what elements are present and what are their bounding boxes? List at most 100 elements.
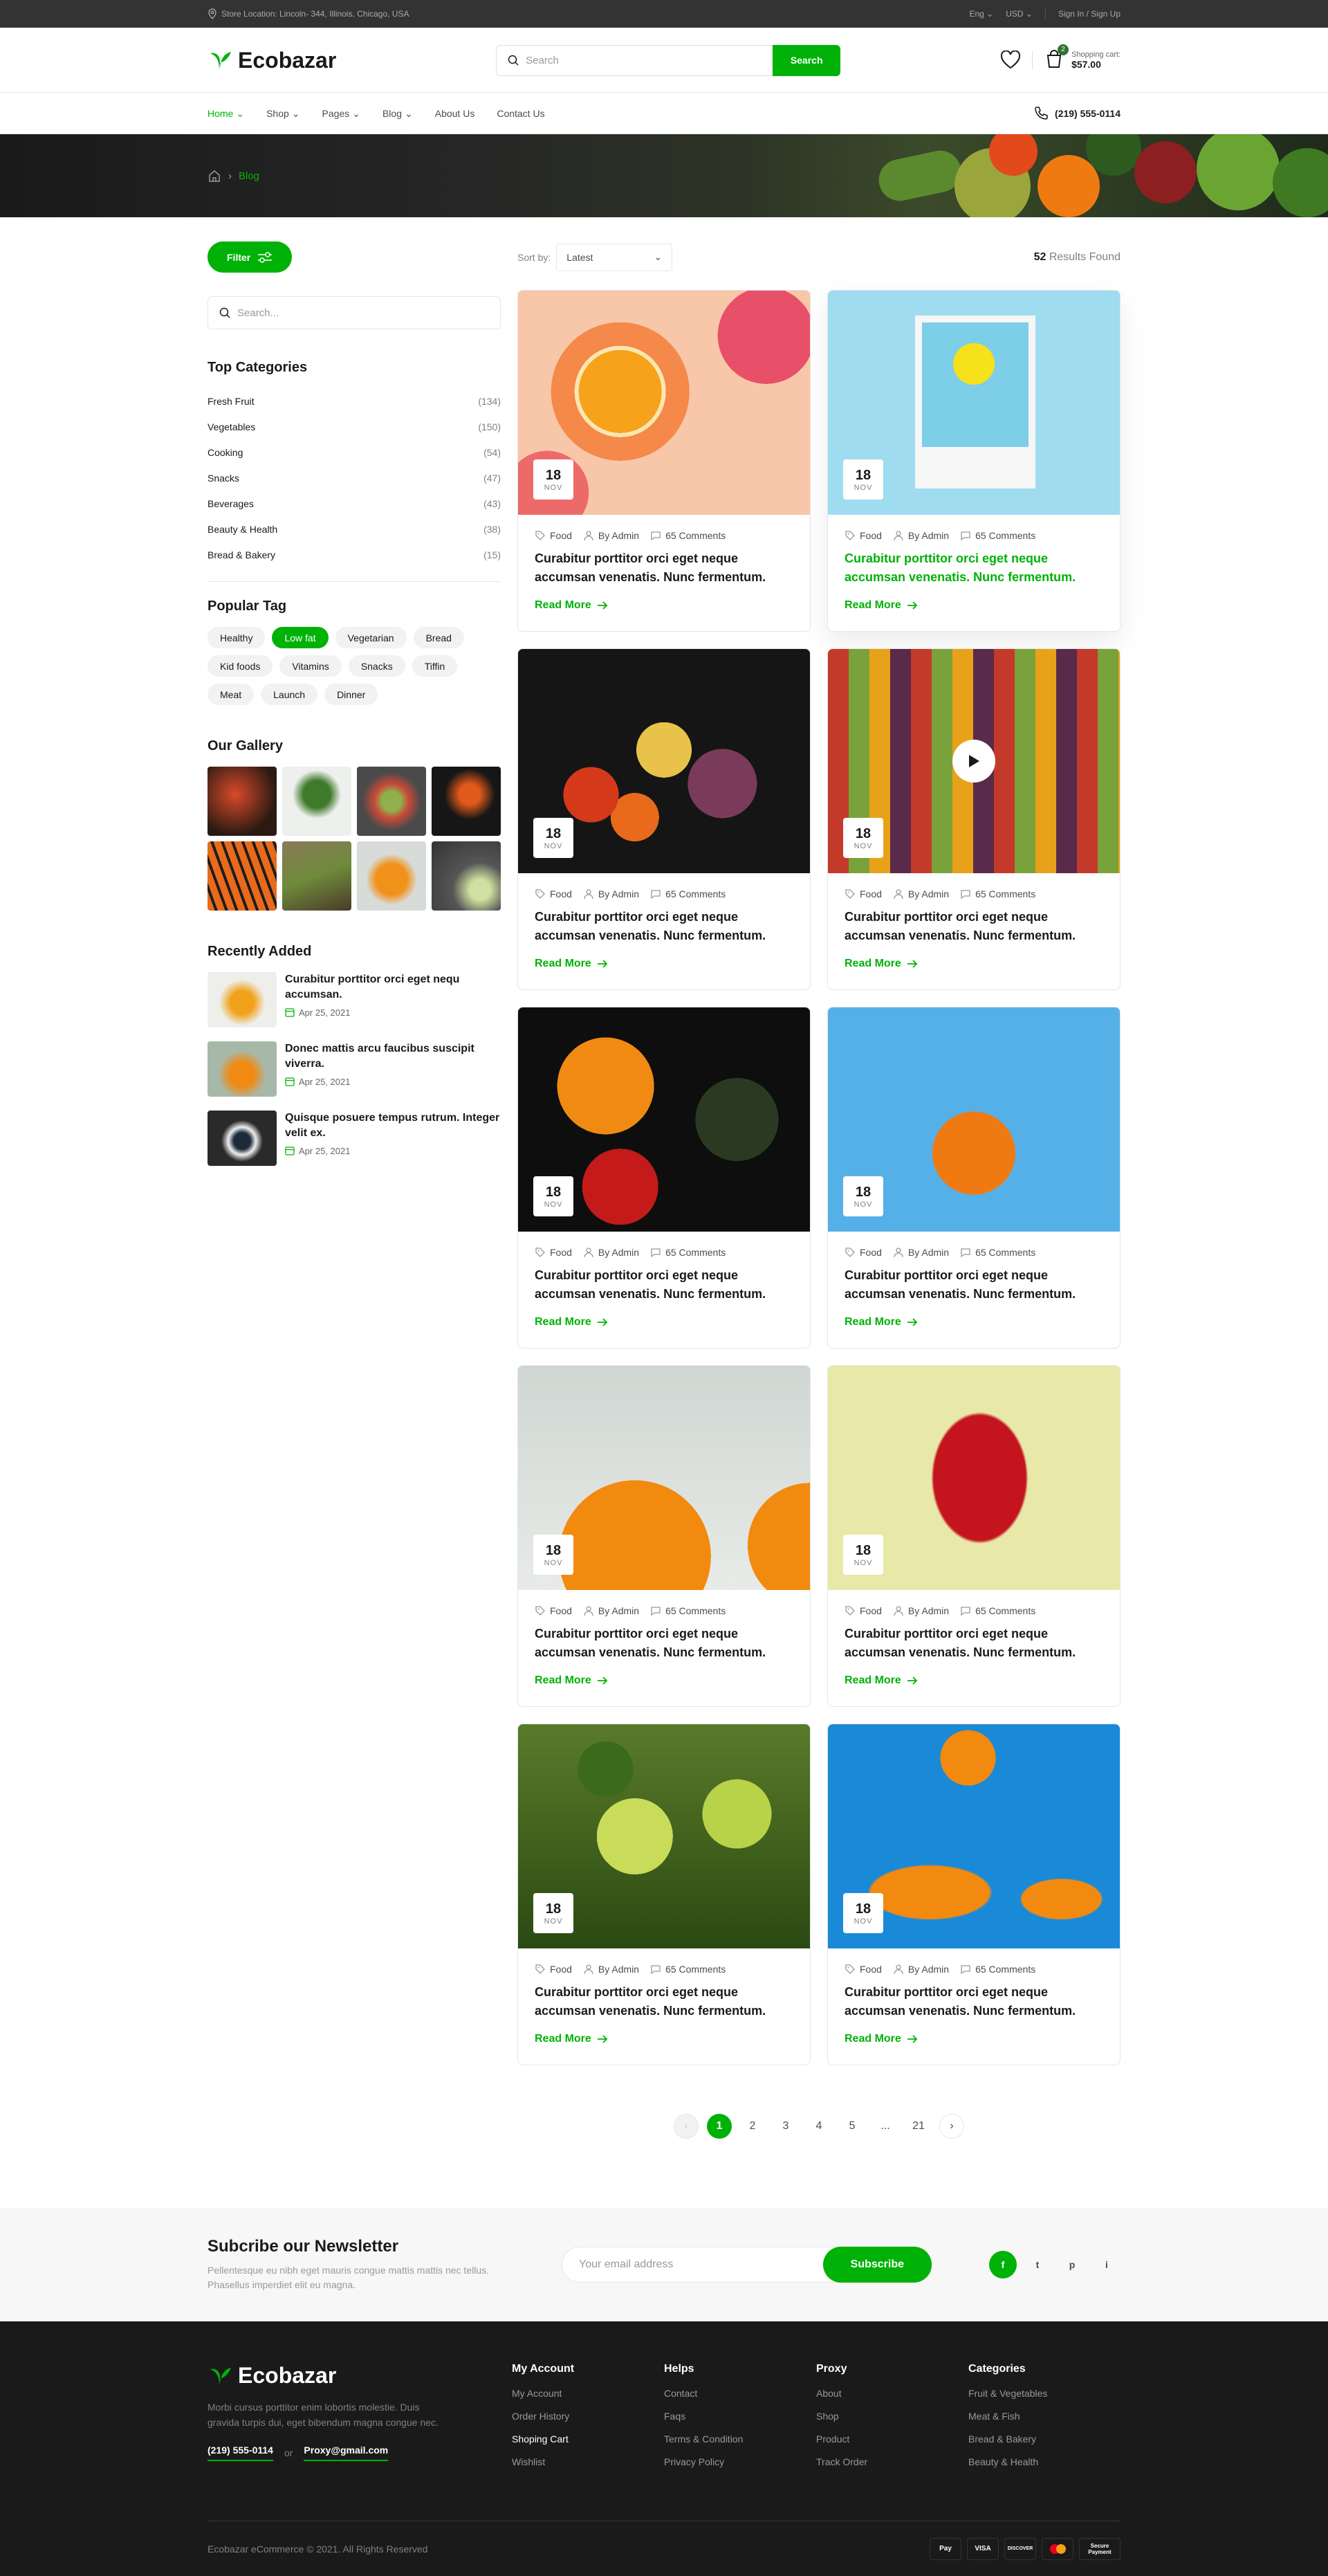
nav-item-pages[interactable]: Pages ⌄ [322, 108, 360, 120]
post-category[interactable]: Food [845, 1605, 882, 1616]
footer-link[interactable]: Meat & Fish [968, 2411, 1120, 2433]
tag-chip[interactable]: Vegetarian [335, 627, 407, 648]
post-category[interactable]: Food [535, 1605, 572, 1616]
category-item[interactable]: Beauty & Health (38) [208, 516, 501, 542]
blog-card-image[interactable]: 18 NOV [828, 291, 1120, 515]
post-category[interactable]: Food [845, 530, 882, 541]
blog-card[interactable]: 18 NOV Food By Admin 65 Comments Curabit… [827, 648, 1120, 990]
footer-link[interactable]: Terms & Condition [664, 2433, 816, 2456]
blog-card[interactable]: 18 NOV Food By Admin 65 Comments Curabit… [517, 648, 811, 990]
post-title[interactable]: Curabitur porttitor orci eget neque accu… [845, 1266, 1103, 1304]
category-item[interactable]: Vegetables (150) [208, 414, 501, 439]
post-comments[interactable]: 65 Comments [960, 888, 1035, 899]
page-button[interactable]: 1 [707, 2114, 732, 2139]
pinterest-icon[interactable]: p [1058, 2251, 1086, 2278]
footer-email[interactable]: Proxy@gmail.com [304, 2445, 389, 2461]
gallery-image[interactable] [357, 841, 426, 911]
home-icon[interactable] [208, 169, 221, 183]
recent-post[interactable]: Quisque posuere tempus rutrum. Integer v… [208, 1111, 501, 1166]
blog-card[interactable]: 18 NOV Food By Admin 65 Comments Curabit… [517, 1365, 811, 1707]
blog-card-image[interactable]: 18 NOV [828, 1007, 1120, 1232]
post-category[interactable]: Food [535, 888, 572, 899]
nav-item-contact[interactable]: Contact Us [497, 108, 544, 120]
tag-chip[interactable]: Meat [208, 684, 255, 705]
facebook-icon[interactable]: f [989, 2251, 1017, 2278]
footer-link[interactable]: Bread & Bakery [968, 2433, 1120, 2456]
play-button[interactable] [952, 740, 995, 783]
email-input[interactable]: Your email address [579, 2258, 673, 2271]
tag-chip[interactable]: Bread [413, 627, 464, 648]
page-button[interactable]: 3 [773, 2114, 798, 2139]
footer-phone[interactable]: (219) 555-0114 [208, 2445, 273, 2461]
footer-link[interactable]: Shop [816, 2411, 968, 2433]
post-comments[interactable]: 65 Comments [650, 1247, 726, 1258]
gallery-image[interactable] [432, 841, 501, 911]
post-title[interactable]: Curabitur porttitor orci eget neque accu… [845, 1625, 1103, 1662]
footer-link[interactable]: Product [816, 2433, 968, 2456]
read-more-link[interactable]: Read More [535, 1674, 793, 1687]
tag-chip[interactable]: Snacks [348, 655, 405, 677]
tag-chip-active[interactable]: Low fat [272, 627, 329, 648]
footer-link[interactable]: Wishlist [512, 2456, 664, 2479]
blog-card-image[interactable]: 18 NOV [518, 1724, 810, 1948]
post-author[interactable]: By Admin [583, 1964, 639, 1975]
post-comments[interactable]: 65 Comments [960, 1247, 1035, 1258]
post-author[interactable]: By Admin [583, 530, 639, 541]
post-author[interactable]: By Admin [583, 1605, 639, 1616]
post-category[interactable]: Food [535, 1964, 572, 1975]
next-page-button[interactable]: › [939, 2114, 964, 2139]
tag-chip[interactable]: Vitamins [279, 655, 342, 677]
filter-button[interactable]: Filter [208, 241, 293, 273]
read-more-link[interactable]: Read More [845, 1674, 1103, 1687]
page-button[interactable]: 4 [806, 2114, 831, 2139]
post-comments[interactable]: 65 Comments [960, 530, 1035, 541]
nav-item-about[interactable]: About Us [435, 108, 475, 120]
phone-contact[interactable]: (219) 555-0114 [1033, 105, 1120, 122]
footer-link[interactable]: Order History [512, 2411, 664, 2433]
footer-logo[interactable]: Ecobazar [208, 2363, 512, 2388]
twitter-icon[interactable]: t [1024, 2251, 1051, 2278]
read-more-link[interactable]: Read More [535, 958, 793, 970]
post-author[interactable]: By Admin [893, 888, 949, 899]
page-button[interactable]: 5 [840, 2114, 865, 2139]
post-author[interactable]: By Admin [893, 1605, 949, 1616]
post-category[interactable]: Food [845, 1964, 882, 1975]
read-more-link[interactable]: Read More [535, 599, 793, 612]
blog-card[interactable]: 18 NOV Food By Admin 65 Comments Curabit… [517, 1007, 811, 1349]
sort-select[interactable]: Latest ⌄ [556, 243, 673, 271]
recent-post[interactable]: Curabitur porttitor orci eget nequ accum… [208, 972, 501, 1027]
read-more-link[interactable]: Read More [845, 599, 1103, 612]
search-button[interactable]: Search [773, 44, 841, 76]
gallery-image[interactable] [282, 767, 351, 836]
blog-card[interactable]: 18 NOV Food By Admin 65 Comments Curabit… [827, 1724, 1120, 2065]
tag-chip[interactable]: Dinner [324, 684, 378, 705]
nav-item-shop[interactable]: Shop ⌄ [266, 108, 299, 120]
category-item[interactable]: Beverages (43) [208, 491, 501, 516]
post-comments[interactable]: 65 Comments [960, 1964, 1035, 1975]
post-title[interactable]: Curabitur porttitor orci eget neque accu… [845, 1983, 1103, 2020]
currency-select[interactable]: USD ⌄ [1006, 9, 1033, 19]
shopping-cart[interactable]: 2 Shopping cart: $57.00 [1044, 44, 1120, 73]
post-title[interactable]: Curabitur porttitor orci eget neque accu… [535, 549, 793, 587]
footer-link[interactable]: Contact [664, 2388, 816, 2411]
prev-page-button[interactable]: ‹ [674, 2114, 699, 2139]
post-comments[interactable]: 65 Comments [650, 888, 726, 899]
post-author[interactable]: By Admin [583, 1247, 639, 1258]
auth-link[interactable]: Sign In / Sign Up [1058, 9, 1120, 19]
blog-card[interactable]: 18 NOV Food By Admin 65 Comments Curabit… [517, 1724, 811, 2065]
language-select[interactable]: Eng ⌄ [969, 9, 993, 19]
nav-item-home[interactable]: Home ⌄ [208, 108, 244, 120]
footer-link[interactable]: My Account [512, 2388, 664, 2411]
footer-link[interactable]: Beauty & Health [968, 2456, 1120, 2479]
search-input[interactable]: Search [496, 44, 773, 76]
blog-card-image[interactable]: 18 NOV [828, 1724, 1120, 1948]
page-button[interactable]: 21 [906, 2114, 931, 2139]
post-category[interactable]: Food [845, 888, 882, 899]
post-author[interactable]: By Admin [893, 530, 949, 541]
post-author[interactable]: By Admin [893, 1247, 949, 1258]
logo[interactable]: Ecobazar [208, 48, 336, 73]
footer-link[interactable]: Faqs [664, 2411, 816, 2433]
gallery-image[interactable] [282, 841, 351, 911]
tag-chip[interactable]: Tiffin [412, 655, 458, 677]
heart-icon[interactable] [1000, 51, 1021, 70]
